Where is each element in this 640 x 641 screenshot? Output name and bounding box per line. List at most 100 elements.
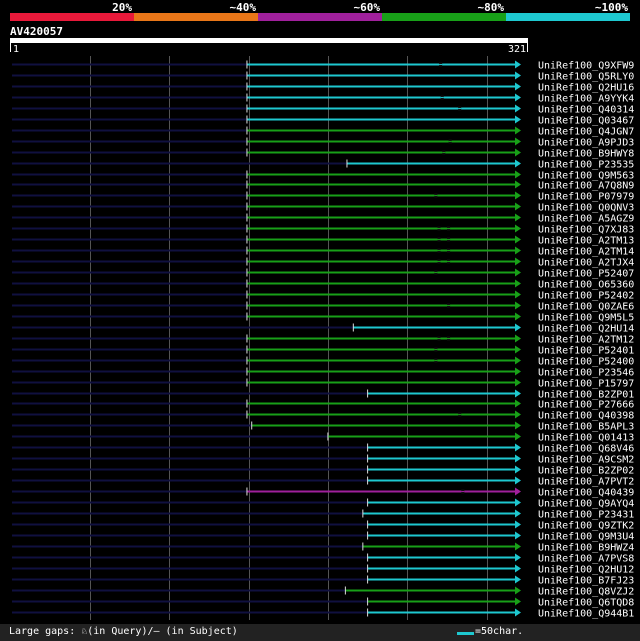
hit-end-arrow — [515, 191, 521, 200]
hit-end-arrow — [515, 476, 521, 485]
hit-end-arrow — [515, 378, 521, 387]
hit-label: UniRef100_Q9M3U4 — [538, 532, 634, 543]
hit-end-arrow — [515, 334, 521, 343]
hit-end-arrow — [515, 345, 521, 354]
hit-end-arrow — [515, 389, 521, 398]
hit-label: UniRef100_Q8VZJ2 — [538, 587, 634, 598]
hit-end-arrow — [515, 553, 521, 562]
hit-end-arrow — [515, 432, 521, 441]
hit-end-arrow — [515, 356, 521, 365]
hit-label: UniRef100_A2TJX4 — [538, 258, 634, 269]
hit-end-arrow — [515, 126, 521, 135]
hit-label: UniRef100_B9HWZ4 — [538, 543, 634, 554]
hit-end-arrow — [515, 279, 521, 288]
hit-end-arrow — [515, 443, 521, 452]
hit-end-arrow — [515, 498, 521, 507]
hit-label: UniRef100_Q9M5L5 — [538, 313, 634, 324]
hit-label: UniRef100_Q7XJ83 — [538, 225, 634, 236]
hit-end-arrow — [515, 93, 521, 102]
hit-label: UniRef100_Q9AYQ4 — [538, 499, 634, 510]
hit-end-arrow — [515, 104, 521, 113]
query-id: AV420057 — [10, 25, 63, 38]
hit-end-arrow — [515, 60, 521, 69]
hit-label: UniRef100_A7Q8N9 — [538, 181, 634, 192]
query-start: 1 — [13, 44, 19, 55]
hit-end-arrow — [515, 421, 521, 430]
hit-label: UniRef100_Q944B1 — [538, 609, 634, 620]
query-end: 321 — [508, 44, 526, 55]
hit-end-arrow — [515, 235, 521, 244]
hit-label: UniRef100_Q9ZTK2 — [538, 521, 634, 532]
hit-label: UniRef100_Q0ZAE6 — [538, 302, 634, 313]
hit-label: UniRef100_A9CSM2 — [538, 455, 634, 466]
hit-label: UniRef100_B7FJ23 — [538, 576, 634, 587]
hit-label: UniRef100_Q4JGN7 — [538, 127, 634, 138]
alignment-chart: 20% ~40% ~60% ~80% ~100% AV420057 1 321 UniRef10… — [10, 1, 634, 620]
hit-label: UniRef100_P07979 — [538, 192, 634, 203]
query-bar — [10, 38, 528, 43]
hit-label: UniRef100_A2TM13 — [538, 236, 634, 247]
hit-end-arrow — [515, 597, 521, 606]
hit-end-arrow — [515, 301, 521, 310]
hit-label: UniRef100_A2TM12 — [538, 335, 634, 346]
hit-end-arrow — [515, 542, 521, 551]
hit-label: UniRef100_A2TM14 — [538, 247, 634, 258]
hit-label: UniRef100_P52400 — [538, 357, 634, 368]
hit-end-arrow — [515, 531, 521, 540]
hit-label: UniRef100_Q2HU16 — [538, 83, 634, 94]
scale-legend: =50char. — [475, 626, 524, 637]
hit-end-arrow — [515, 586, 521, 595]
hit-label: UniRef100_Q0QNV3 — [538, 203, 634, 214]
hit-end-arrow — [515, 399, 521, 408]
hit-label: UniRef100_Q2HU12 — [538, 565, 634, 576]
legend-label: ~60% — [354, 1, 381, 14]
hit-label: UniRef100_Q2HU14 — [538, 324, 634, 335]
hit-label: UniRef100_P15797 — [538, 379, 634, 390]
hit-label: UniRef100_Q5RLY0 — [538, 72, 634, 83]
hit-label: UniRef100_P52402 — [538, 291, 634, 302]
hit-label: UniRef100_B2ZP02 — [538, 466, 634, 477]
hit-end-arrow — [515, 290, 521, 299]
scale-swatch — [457, 632, 474, 635]
hit-label: UniRef100_Q01413 — [538, 433, 634, 444]
legend-label: ~100% — [595, 1, 628, 14]
hit-end-arrow — [515, 170, 521, 179]
hit-end-arrow — [515, 520, 521, 529]
hit-end-arrow — [515, 487, 521, 496]
hit-label: UniRef100_O65360 — [538, 280, 634, 291]
legend-swatch — [506, 13, 630, 21]
hit-label: UniRef100_P52407 — [538, 269, 634, 280]
footer-bar: Large gaps: ♘(in Query)/– (in Subject) =… — [0, 624, 640, 641]
hit-label: UniRef100_P27666 — [538, 400, 634, 411]
hit-end-arrow — [515, 246, 521, 255]
legend-label: 20% — [112, 1, 132, 14]
hit-label: UniRef100_P23535 — [538, 160, 634, 171]
hit-label: UniRef100_A7PVT2 — [538, 477, 634, 488]
hit-end-arrow — [515, 257, 521, 266]
hit-end-arrow — [515, 82, 521, 91]
large-gaps-legend: Large gaps: ♘(in Query)/– (in Subject) — [9, 626, 238, 637]
hit-label: UniRef100_P52401 — [538, 346, 634, 357]
hit-end-arrow — [515, 268, 521, 277]
legend-label: ~40% — [230, 1, 257, 14]
legend-swatch — [258, 13, 382, 21]
hit-end-arrow — [515, 509, 521, 518]
hit-label: UniRef100_A5AGZ9 — [538, 214, 634, 225]
hit-end-arrow — [515, 410, 521, 419]
legend-label: ~80% — [478, 1, 505, 14]
hit-label: UniRef100_Q03467 — [538, 116, 634, 127]
hit-end-arrow — [515, 323, 521, 332]
hit-end-arrow — [515, 213, 521, 222]
hit-label: UniRef100_A7PVS8 — [538, 554, 634, 565]
hit-label: UniRef100_B5APL3 — [538, 422, 634, 433]
hit-end-arrow — [515, 115, 521, 124]
legend-swatch — [134, 13, 258, 21]
hit-end-arrow — [515, 454, 521, 463]
hit-label: UniRef100_Q40314 — [538, 105, 634, 116]
hit-label: UniRef100_Q9XFW9 — [538, 61, 634, 72]
hit-end-arrow — [515, 312, 521, 321]
hit-end-arrow — [515, 465, 521, 474]
hit-end-arrow — [515, 148, 521, 157]
hit-label: UniRef100_P23431 — [538, 510, 634, 521]
hit-end-arrow — [515, 564, 521, 573]
